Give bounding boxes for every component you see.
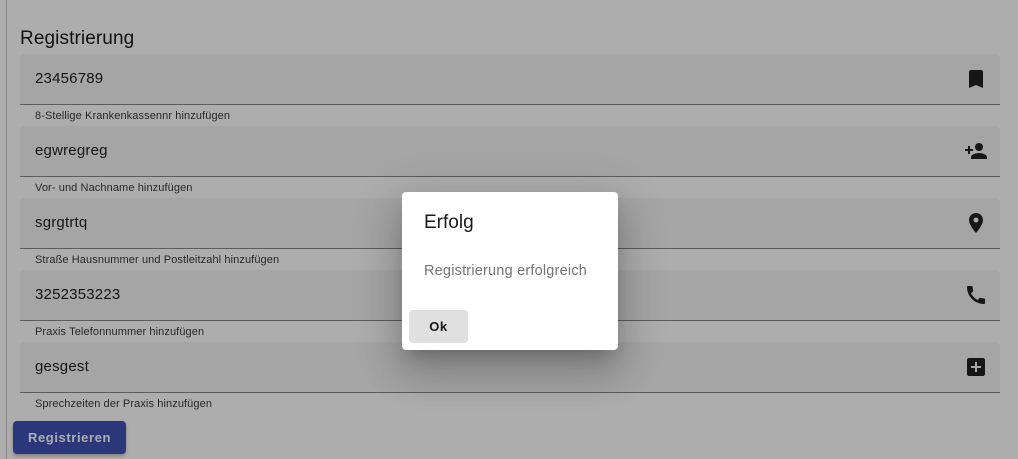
dialog-message: Registrierung erfolgreich	[424, 263, 587, 279]
ok-button[interactable]: Ok	[409, 310, 468, 343]
dialog-title: Erfolg	[424, 212, 474, 233]
success-dialog: Erfolg Registrierung erfolgreich Ok	[402, 192, 618, 350]
